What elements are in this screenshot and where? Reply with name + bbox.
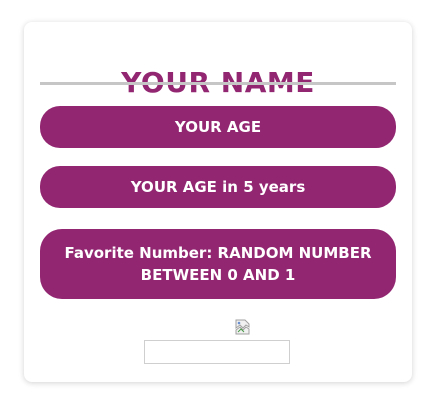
broken-image-icon [235, 319, 250, 335]
title-divider [40, 82, 396, 85]
age-in-5-years-pill: YOUR AGE in 5 years [40, 166, 396, 208]
profile-card: YOUR NAME YOUR AGE YOUR AGE in 5 years F… [24, 22, 412, 382]
text-input[interactable] [144, 340, 290, 364]
age-pill: YOUR AGE [40, 106, 396, 148]
favorite-number-pill: Favorite Number: RANDOM NUMBER BETWEEN 0… [40, 229, 396, 299]
